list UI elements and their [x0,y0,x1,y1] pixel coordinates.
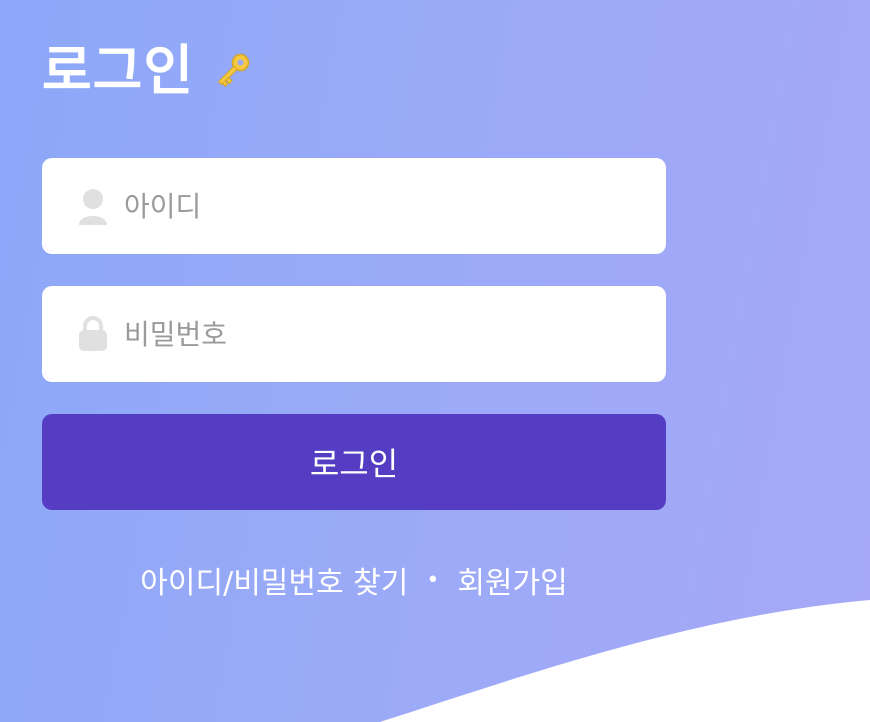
password-field[interactable] [42,286,666,382]
signup-link[interactable]: 회원가입 [457,558,567,602]
key-icon [210,49,254,93]
title-row: 로그인 [42,36,254,106]
user-icon [76,187,110,225]
password-input[interactable] [124,317,604,351]
find-account-link[interactable]: 아이디/비밀번호 찾기 [140,558,408,602]
account-links: 아이디/비밀번호 찾기 • 회원가입 [42,558,666,602]
page-title: 로그인 [42,39,195,102]
lock-icon [76,315,110,353]
id-input[interactable] [124,189,604,223]
link-separator: • [426,567,440,593]
id-field[interactable] [42,158,666,254]
login-button[interactable]: 로그인 [42,414,666,510]
